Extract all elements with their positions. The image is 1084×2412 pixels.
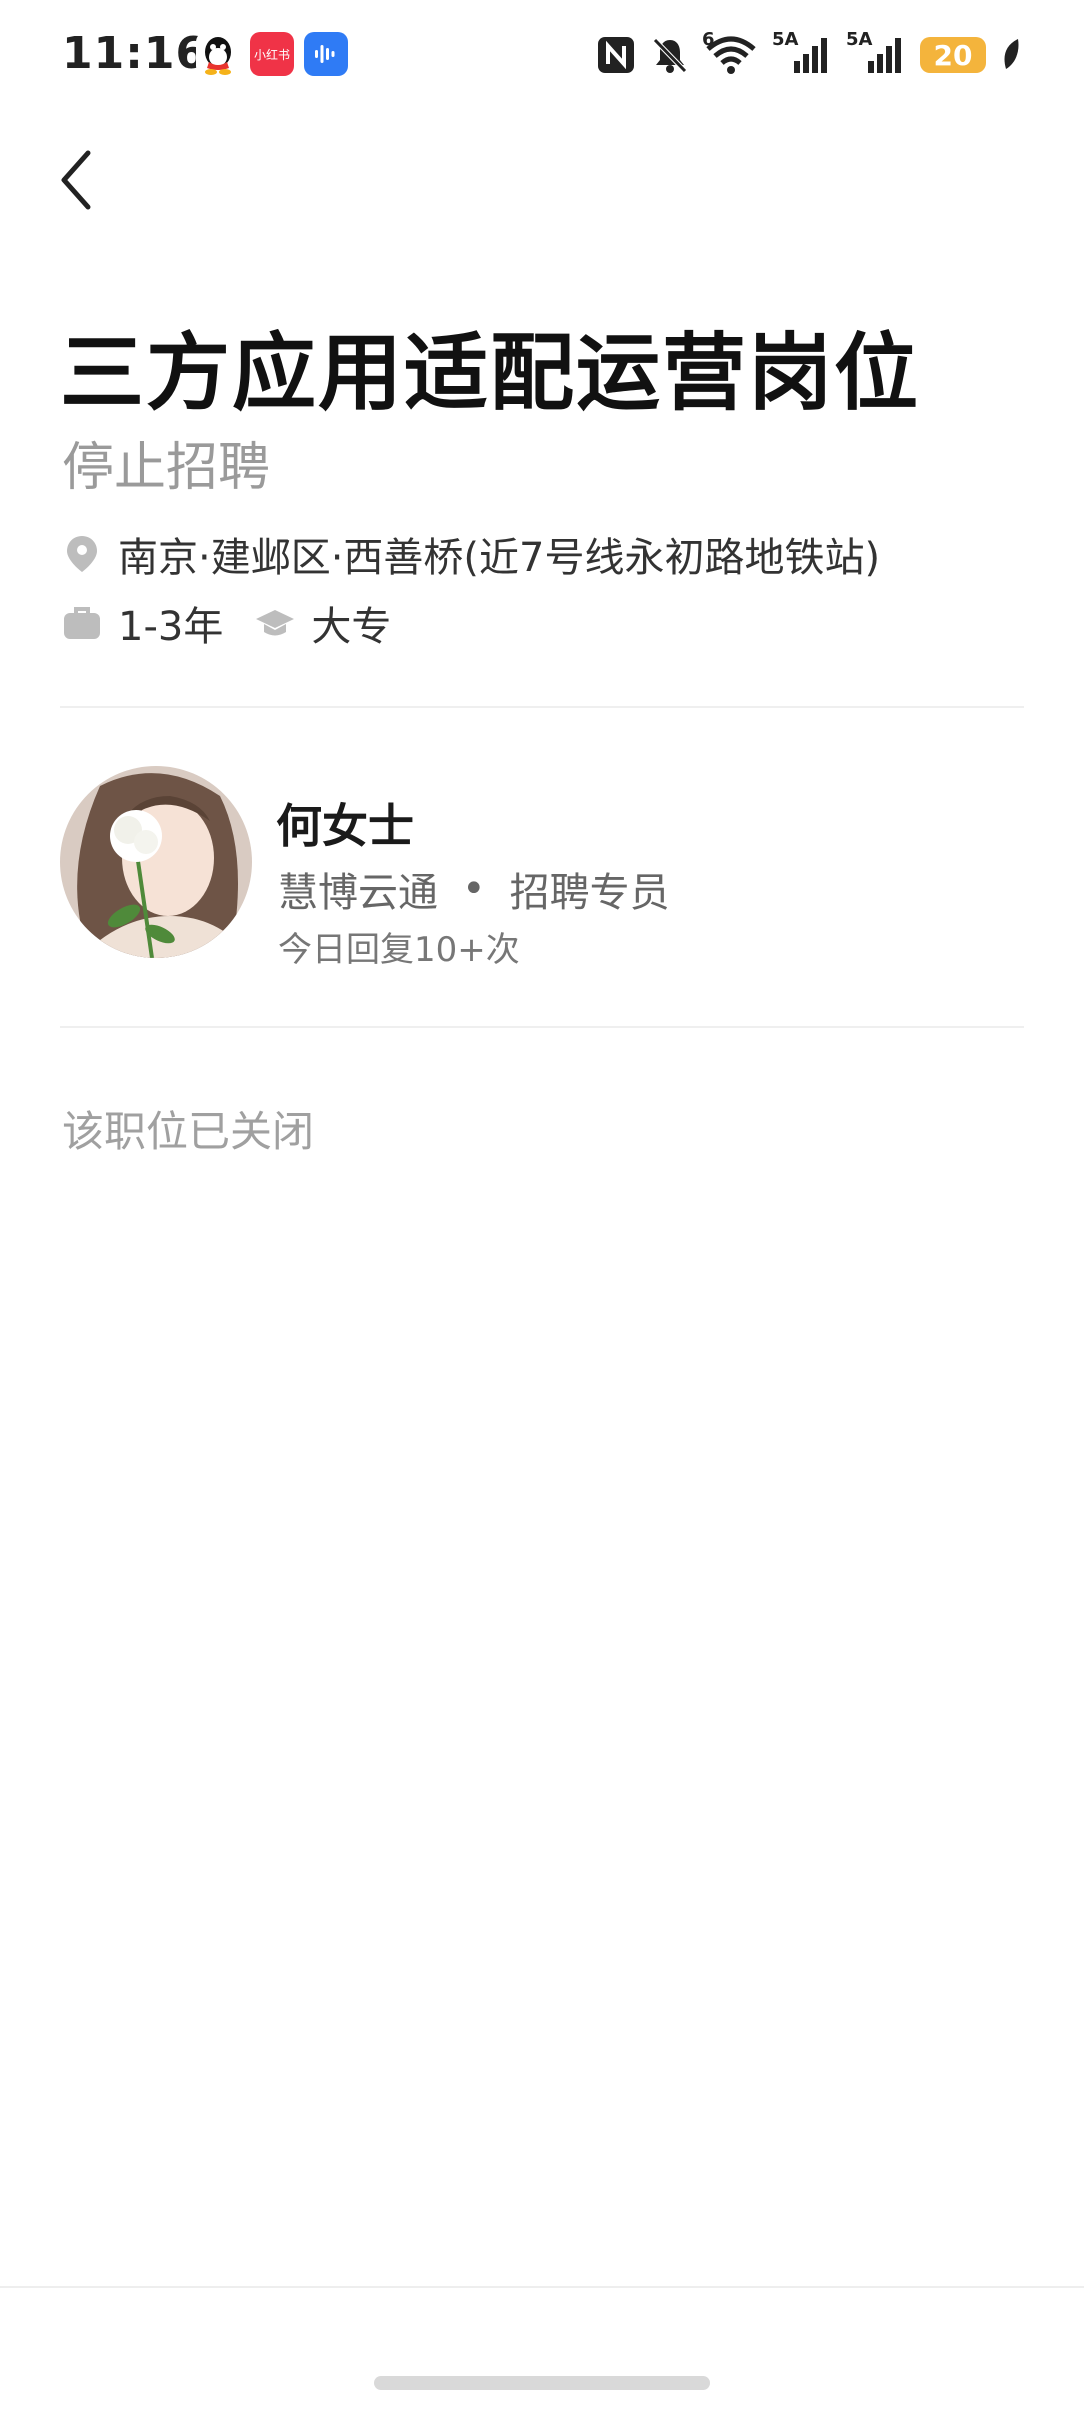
nfc-icon (596, 35, 636, 75)
location-pin-icon (62, 534, 102, 574)
chevron-left-icon (61, 150, 91, 210)
back-button[interactable] (52, 140, 122, 220)
leaf-icon (1000, 37, 1022, 73)
education-item: 大专 (255, 594, 391, 652)
divider (60, 1026, 1024, 1028)
battery-indicator: 20 (920, 37, 986, 73)
wifi-label: 6 (702, 29, 715, 50)
home-indicator[interactable] (374, 2376, 710, 2390)
education-text: 大专 (311, 604, 392, 650)
job-location: 南京·建邺区·西善桥(近7号线永初路地铁站) (62, 525, 880, 583)
status-time: 11:16 (62, 28, 208, 79)
recruiter-company-role: 慧博云通 • 招聘专员 (278, 860, 670, 918)
job-status: 停止招聘 (62, 438, 271, 498)
wifi-icon: 6 (702, 29, 758, 75)
job-location-text: 南京·建邺区·西善桥(近7号线永初路地铁站) (118, 535, 881, 581)
status-bar: 11:16 小红书 6 5A 5A 20 (0, 0, 1084, 110)
status-indicators: 6 5A 5A 20 (596, 29, 1022, 78)
job-requirements: 1-3年 大专 (62, 594, 423, 652)
recruiter-avatar[interactable] (60, 766, 252, 958)
position-closed-notice: 该职位已关闭 (62, 1107, 315, 1156)
cellular-signal-1-icon: 5A (772, 29, 832, 75)
graduation-cap-icon (255, 603, 295, 643)
experience-item: 1-3年 (62, 594, 223, 652)
briefcase-icon (62, 603, 102, 643)
qq-icon (196, 32, 240, 76)
bell-muted-icon (650, 35, 690, 75)
recruiter-role: 招聘专员 (509, 870, 670, 916)
cellular-signal-2-icon: 5A (846, 29, 906, 75)
voice-assistant-icon (304, 32, 348, 76)
recruiter-reply-rate: 今日回复10+次 (278, 930, 520, 970)
recruiter-name: 何女士 (276, 799, 414, 853)
separator-dot: • (462, 866, 486, 912)
bottom-divider (0, 2286, 1084, 2288)
recruiter-company: 慧博云通 (278, 870, 438, 916)
signal-2-label: 5A (846, 29, 873, 50)
job-title: 三方应用适配运营岗位 (60, 324, 921, 422)
divider (60, 706, 1024, 708)
xiaohongshu-icon: 小红书 (250, 32, 294, 76)
signal-1-label: 5A (772, 29, 799, 50)
experience-text: 1-3年 (118, 604, 224, 650)
